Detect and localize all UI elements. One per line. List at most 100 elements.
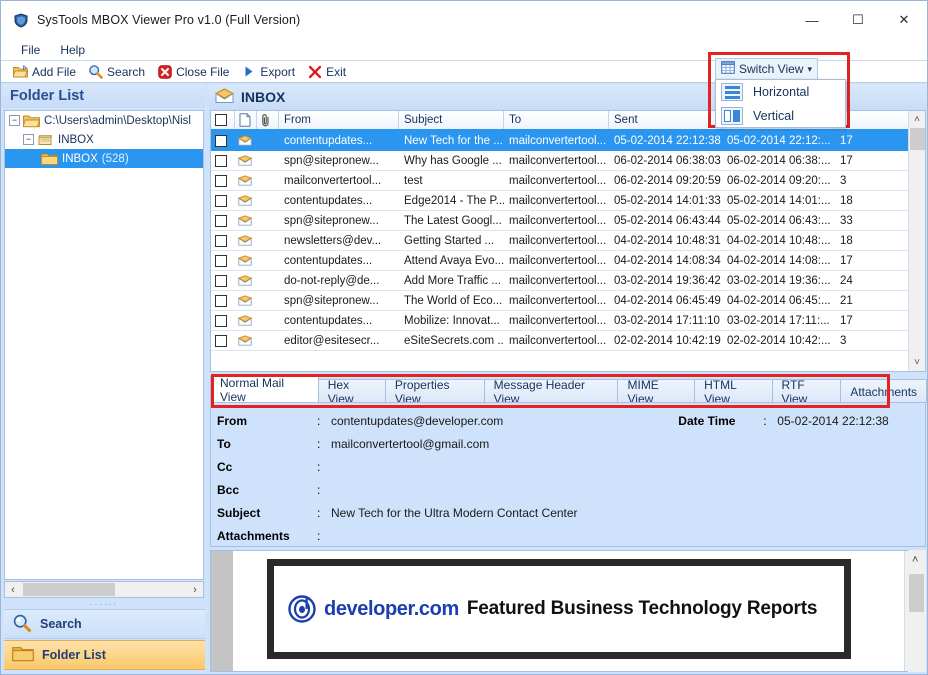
tab-properties-view[interactable]: Properties View xyxy=(384,378,485,406)
toolbar-search[interactable]: Search xyxy=(82,62,151,82)
row-sent: 02-02-2014 10:42:19 xyxy=(614,334,721,347)
table-row[interactable]: contentupdates... New Tech for the ... mai… xyxy=(211,131,925,151)
mail-grid-vertical-scrollbar[interactable]: ˄ ˅ xyxy=(908,111,925,371)
scroll-up-icon[interactable]: ˄ xyxy=(912,554,918,566)
tree-node-inbox-parent[interactable]: − INBOX xyxy=(5,130,203,149)
menu-item-file[interactable]: File xyxy=(11,41,50,59)
row-checkbox[interactable] xyxy=(215,234,227,247)
table-row[interactable]: mailconvertertool... test mailconvertertoo… xyxy=(211,171,925,191)
tab-message-header-view[interactable]: Message Header View xyxy=(483,378,619,406)
expander-icon[interactable]: − xyxy=(23,134,34,145)
row-checkbox[interactable] xyxy=(215,134,227,147)
row-checkbox[interactable] xyxy=(215,314,227,327)
row-checkbox-cell[interactable] xyxy=(211,154,235,167)
column-header-document[interactable] xyxy=(235,111,257,129)
table-row[interactable]: contentupdates... Attend Avaya Evo... mail… xyxy=(211,251,925,271)
toolbar-exit[interactable]: Exit xyxy=(301,62,352,82)
row-checkbox[interactable] xyxy=(215,154,227,167)
sidebar-nav-folder-list[interactable]: Folder List xyxy=(4,640,205,670)
chevron-down-icon[interactable]: ▾ xyxy=(807,64,812,75)
column-header-subject[interactable]: Subject xyxy=(399,111,504,129)
table-row[interactable]: do-not-reply@de... Add More Traffic ... ma… xyxy=(211,271,925,291)
tab-hex-view[interactable]: Hex View xyxy=(317,378,386,406)
table-row[interactable]: spn@sitepronew... The World of Eco... mail… xyxy=(211,291,925,311)
tab-normal-mail-view[interactable]: Normal Mail View xyxy=(210,376,319,404)
message-body-outer-scrollbar[interactable]: ˄ xyxy=(908,550,926,672)
panel-resize-grip[interactable]: ······ xyxy=(4,600,204,609)
row-checkbox[interactable] xyxy=(215,254,227,267)
detail-label-bcc: Bcc xyxy=(217,482,240,497)
row-checkbox[interactable] xyxy=(215,214,227,227)
tree-node-root[interactable]: − C:\Users\admin\Desktop\Nisl xyxy=(5,111,203,130)
row-checkbox-cell[interactable] xyxy=(211,174,235,187)
row-checkbox[interactable] xyxy=(215,194,227,207)
row-sent: 06-02-2014 09:20:59 xyxy=(614,174,721,187)
column-header-sent[interactable]: Sent xyxy=(609,111,722,129)
close-button[interactable]: ✕ xyxy=(881,1,927,39)
switch-view-button[interactable]: Switch View ▾ xyxy=(715,58,819,79)
row-checkbox-cell[interactable] xyxy=(211,294,235,307)
column-header-select-all[interactable] xyxy=(211,111,235,129)
row-checkbox[interactable] xyxy=(215,294,227,307)
row-size: 17 xyxy=(840,254,853,267)
row-checkbox-cell[interactable] xyxy=(211,254,235,267)
message-body-panel: developer.com Featured Business Technolo… xyxy=(210,550,926,672)
scroll-right-icon[interactable]: › xyxy=(187,584,203,596)
row-checkbox-cell[interactable] xyxy=(211,194,235,207)
row-checkbox-cell[interactable] xyxy=(211,214,235,227)
tab-mime-view[interactable]: MIME View xyxy=(617,378,696,406)
toolbar-export[interactable]: Export xyxy=(235,62,301,82)
envelope-icon xyxy=(238,315,252,326)
view-tabs: Normal Mail View Hex View Properties View M… xyxy=(210,376,927,406)
scroll-thumb[interactable] xyxy=(909,574,924,612)
column-header-from[interactable]: From xyxy=(279,111,399,129)
row-envelope-cell xyxy=(235,195,257,206)
scroll-left-icon[interactable]: ‹ xyxy=(5,584,21,596)
scroll-thumb[interactable] xyxy=(23,583,115,596)
table-row[interactable]: editor@esitesecr... eSiteSecrets.com ... m… xyxy=(211,331,925,351)
row-checkbox-cell[interactable] xyxy=(211,314,235,327)
table-row[interactable]: spn@sitepronew... Why has Google ... mailc… xyxy=(211,151,925,171)
tab-html-view[interactable]: HTML View xyxy=(694,378,773,406)
table-row[interactable]: contentupdates... Mobilize: Innovat... mai… xyxy=(211,311,925,331)
expander-icon[interactable]: − xyxy=(9,115,20,126)
tab-attachments[interactable]: Attachments xyxy=(840,379,927,403)
toolbar-add-file[interactable]: Add File xyxy=(7,62,82,82)
table-row[interactable]: contentupdates... Edge2014 - The P... mail… xyxy=(211,191,925,211)
minimize-button[interactable]: — xyxy=(789,1,835,39)
scroll-up-icon[interactable]: ˄ xyxy=(909,111,925,128)
tree-node-inbox-selected[interactable]: INBOX (528) xyxy=(5,149,203,168)
row-received: 06-02-2014 09:20:... xyxy=(727,174,831,187)
row-checkbox-cell[interactable] xyxy=(211,134,235,147)
sidebar-nav-search[interactable]: Search xyxy=(4,609,205,639)
table-row[interactable]: newsletters@dev... Getting Started ... mai… xyxy=(211,231,925,251)
tab-rtf-view[interactable]: RTF View xyxy=(771,378,842,406)
scroll-thumb[interactable] xyxy=(910,128,925,150)
table-row[interactable]: spn@sitepronew... The Latest Googl... mail… xyxy=(211,211,925,231)
maximize-button[interactable]: ☐ xyxy=(835,1,881,39)
row-checkbox-cell[interactable] xyxy=(211,334,235,347)
column-header-attachment[interactable] xyxy=(257,111,279,129)
column-header-size[interactable] xyxy=(835,111,910,129)
row-received: 04-02-2014 14:08:... xyxy=(727,254,831,267)
folder-tree[interactable]: − C:\Users\admin\Desktop\Nisl − INBOX IN… xyxy=(4,110,204,580)
select-all-checkbox[interactable] xyxy=(215,114,227,126)
row-checkbox-cell[interactable] xyxy=(211,234,235,247)
column-header-to[interactable]: To xyxy=(504,111,609,129)
toolbar-close-file[interactable]: Close File xyxy=(151,62,235,82)
row-received: 05-02-2014 14:01:... xyxy=(727,194,831,207)
switch-view-option-horizontal[interactable]: Horizontal xyxy=(716,80,845,104)
scroll-down-icon[interactable]: ˅ xyxy=(909,354,925,371)
switch-view-option-vertical[interactable]: Vertical xyxy=(716,104,845,128)
row-checkbox[interactable] xyxy=(215,334,227,347)
row-to: mailconvertertool... xyxy=(509,134,607,147)
row-checkbox[interactable] xyxy=(215,174,227,187)
row-envelope-cell xyxy=(235,155,257,166)
row-envelope-cell xyxy=(235,335,257,346)
row-checkbox-cell[interactable] xyxy=(211,274,235,287)
row-checkbox[interactable] xyxy=(215,274,227,287)
menu-item-help[interactable]: Help xyxy=(50,41,95,59)
row-subject: Why has Google ... xyxy=(404,154,502,167)
folder-tree-horizontal-scrollbar[interactable]: ‹ › xyxy=(4,581,204,598)
row-size: 17 xyxy=(840,134,853,147)
